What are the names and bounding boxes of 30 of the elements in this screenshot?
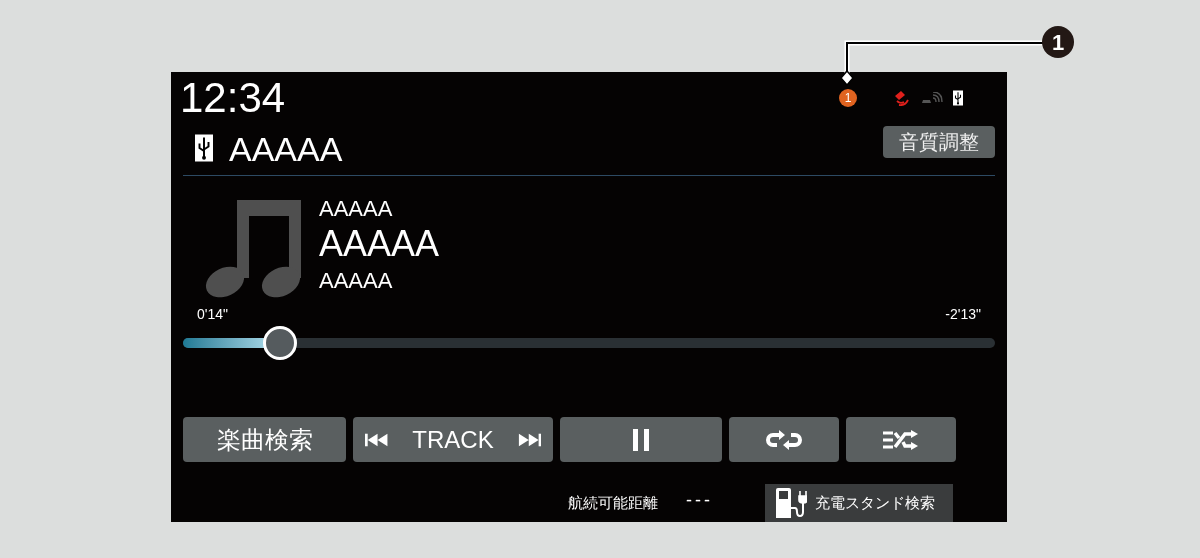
pause-button[interactable] <box>560 417 722 462</box>
song-title: AAAAA <box>319 222 440 266</box>
sound-settings-button[interactable]: 音質調整 <box>883 125 995 158</box>
connected-car-icon <box>921 92 943 104</box>
previous-track-icon[interactable] <box>365 432 389 447</box>
track-label: TRACK <box>412 424 494 455</box>
repeat-button[interactable] <box>729 417 839 462</box>
charging-station-icon <box>775 488 807 518</box>
range-value: --- <box>686 489 713 512</box>
elapsed-time: 0'14" <box>197 305 228 324</box>
music-search-button[interactable]: 楽曲検索 <box>183 417 346 462</box>
artist-text: AAAAA <box>319 196 394 222</box>
album-text: AAAAA <box>319 267 394 295</box>
range-label: 航続可能距離 <box>568 492 658 513</box>
notification-badge[interactable]: 1 <box>839 89 857 107</box>
satellite-icon <box>893 90 911 106</box>
music-note-icon <box>205 198 301 298</box>
source-name: AAAAA <box>229 129 343 170</box>
shuffle-button[interactable] <box>846 417 956 462</box>
next-track-icon[interactable] <box>517 432 541 447</box>
usb-icon <box>195 133 213 162</box>
callout-number: 1 <box>1042 26 1074 58</box>
repeat-icon <box>765 429 803 450</box>
shuffle-icon <box>883 429 919 450</box>
pause-icon <box>632 428 650 451</box>
remaining-time: -2'13" <box>945 305 981 324</box>
clock: 12:34 <box>180 77 286 119</box>
charging-station-search-button[interactable]: 充電スタンド検索 <box>765 484 953 522</box>
usb-icon <box>953 90 963 106</box>
progress-thumb[interactable] <box>263 326 298 360</box>
